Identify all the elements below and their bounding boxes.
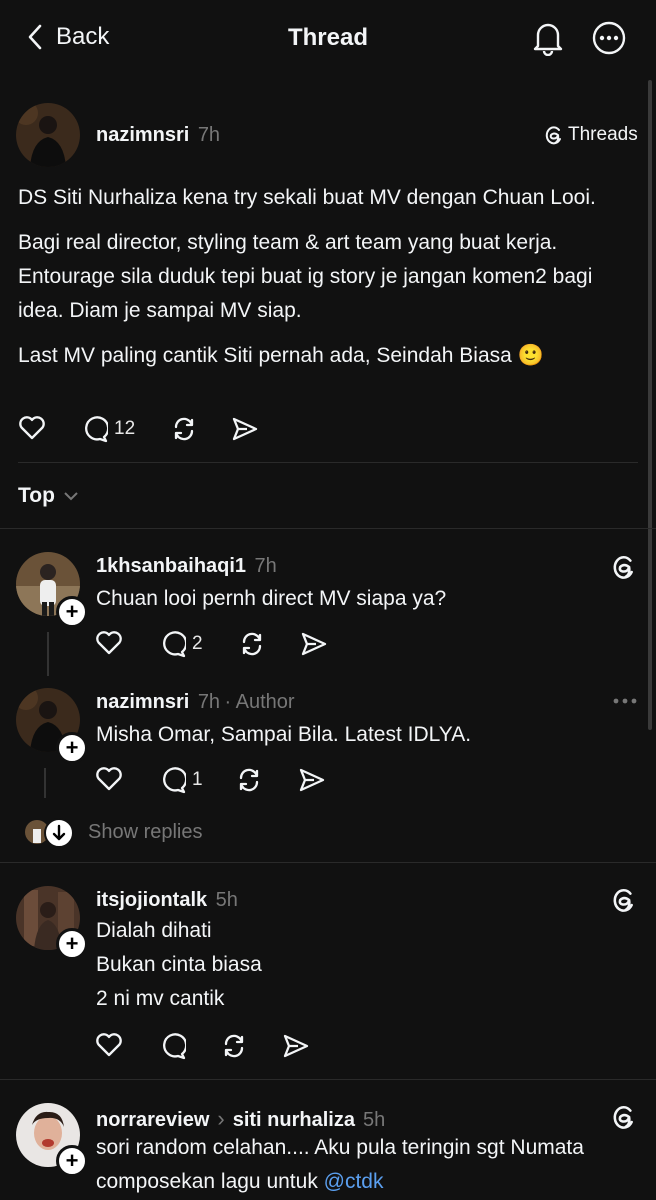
post-paragraph: DS Siti Nurhaliza kena try sekali buat M…	[18, 186, 596, 209]
more-icon[interactable]	[612, 696, 638, 706]
comment-line: Bukan cinta biasa	[96, 953, 262, 976]
comment-line: composekan lagu untuk	[96, 1170, 318, 1193]
show-replies-label: Show replies	[88, 820, 203, 843]
comment-button[interactable]: 1	[158, 766, 203, 794]
post-time: 7h	[197, 124, 221, 146]
reply-count: 12	[114, 418, 136, 439]
scrollbar[interactable]	[648, 80, 652, 730]
divider	[18, 462, 638, 463]
sort-dropdown[interactable]: Top	[18, 484, 79, 508]
comment-username[interactable]: 1khsanbaihaqi1	[96, 555, 246, 577]
follow-plus-button[interactable]: +	[56, 732, 88, 764]
comment-icon	[158, 766, 186, 794]
thread-line	[47, 632, 49, 676]
chevron-down-icon	[63, 490, 79, 502]
follow-plus-button[interactable]: +	[56, 928, 88, 960]
comment-line: sori random celahan.... Aku pula teringi…	[96, 1136, 584, 1159]
comment-icon	[158, 630, 186, 658]
reply-target-username[interactable]: siti nurhaliza	[233, 1109, 355, 1132]
plus-icon: +	[65, 1148, 79, 1173]
share-icon[interactable]	[282, 1033, 310, 1059]
plus-icon: +	[65, 599, 79, 624]
reply-separator-icon: ›	[217, 1106, 225, 1131]
share-icon[interactable]	[300, 631, 328, 657]
share-icon[interactable]	[231, 416, 259, 442]
repost-icon[interactable]	[235, 766, 263, 794]
comment-text: Chuan looi pernh direct MV siapa ya?	[96, 587, 447, 610]
comment-time: 5h	[362, 1109, 386, 1131]
show-replies-button[interactable]: Show replies	[24, 818, 203, 848]
comment-text: Misha Omar, Sampai Bila. Latest IDLYA.	[96, 723, 472, 746]
heart-icon[interactable]	[95, 630, 123, 656]
reply-count: 1	[192, 769, 203, 790]
comment-line: Dialah dihati	[96, 919, 212, 942]
mini-avatars	[24, 818, 74, 848]
comment-time: 5h	[215, 889, 238, 911]
bell-icon[interactable]	[531, 20, 565, 56]
threads-logo-icon	[544, 124, 564, 146]
comment-time: 7h	[197, 691, 221, 713]
repost-icon[interactable]	[170, 415, 198, 443]
threads-logo-icon[interactable]	[611, 553, 637, 581]
post-paragraph: Last MV paling cantik Siti pernah ada, S…	[18, 344, 544, 367]
mention-link[interactable]: @ctdk	[324, 1170, 384, 1193]
post-paragraph: Bagi real director, styling team & art t…	[18, 231, 593, 322]
comment-username[interactable]: itsjojiontalk	[96, 889, 207, 911]
sort-label: Top	[18, 484, 55, 507]
comment-line: 2 ni mv cantik	[96, 987, 225, 1010]
comment-username[interactable]: norrareview	[96, 1109, 209, 1132]
more-icon[interactable]	[591, 20, 627, 56]
comment-icon[interactable]	[158, 1032, 186, 1060]
threads-label: Threads	[568, 124, 638, 145]
repost-icon[interactable]	[238, 630, 266, 658]
author-tag: · Author	[224, 691, 295, 713]
share-icon[interactable]	[298, 767, 326, 793]
plus-icon: +	[65, 735, 79, 760]
threads-logo-icon[interactable]	[611, 886, 637, 914]
comment-icon	[80, 415, 108, 443]
follow-plus-button[interactable]: +	[56, 596, 88, 628]
divider	[0, 1079, 656, 1080]
heart-icon[interactable]	[95, 1032, 123, 1058]
comment-username[interactable]: nazimnsri	[96, 691, 189, 713]
heart-icon[interactable]	[18, 415, 46, 441]
threads-logo-icon[interactable]	[611, 1103, 637, 1131]
repost-icon[interactable]	[220, 1032, 248, 1060]
heart-icon[interactable]	[95, 766, 123, 792]
avatar[interactable]	[16, 103, 80, 167]
threads-badge[interactable]: Threads	[544, 124, 638, 146]
comment-time: 7h	[254, 555, 277, 577]
divider	[0, 862, 656, 863]
divider	[0, 528, 656, 529]
comment-button[interactable]: 12	[80, 415, 135, 443]
comment-button[interactable]: 2	[158, 630, 203, 658]
post-username[interactable]: nazimnsri	[96, 124, 189, 146]
arrow-down-icon	[44, 818, 74, 848]
reply-count: 2	[192, 633, 203, 654]
follow-plus-button[interactable]: +	[56, 1145, 88, 1177]
plus-icon: +	[65, 931, 79, 956]
thread-line	[44, 768, 46, 798]
